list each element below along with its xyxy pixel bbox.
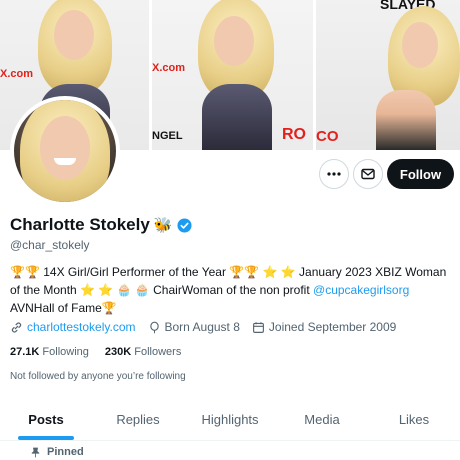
avatar-face — [40, 116, 90, 180]
banner-figure-dress — [376, 90, 436, 150]
mail-icon — [360, 166, 376, 182]
banner-figure-face — [214, 16, 254, 66]
followers-count: 230K — [104, 346, 132, 358]
more-icon — [326, 166, 342, 182]
banner-figure-dress — [202, 84, 272, 150]
balloon-icon — [148, 321, 161, 334]
banner-watermark: NGEL — [152, 130, 183, 142]
pin-icon — [30, 447, 41, 458]
pinned-indicator: Pinned — [30, 446, 84, 458]
followers-link[interactable]: 230K Followers — [105, 346, 181, 358]
avatar-photo — [14, 100, 116, 202]
tab-posts[interactable]: Posts — [0, 398, 92, 440]
not-followed-note: Not followed by anyone you’re following — [10, 371, 186, 382]
website-item: charlottestokely.com — [10, 320, 136, 334]
bio-mention-link[interactable]: @cupcakegirlsorg — [313, 283, 409, 297]
follow-stats: 27.1K Following 230K Followers — [10, 346, 181, 358]
profile-meta: charlottestokely.com Born August 8 Joine… — [10, 320, 396, 334]
joined-text: Joined September 2009 — [268, 320, 397, 334]
profile-handle: @char_stokely — [10, 238, 90, 252]
bio-text-end: AVNHall of Fame🏆 — [10, 301, 117, 315]
followers-label: Followers — [134, 346, 182, 358]
following-label: Following — [42, 346, 89, 358]
follow-button[interactable]: Follow — [387, 159, 454, 189]
joined-item: Joined September 2009 — [252, 320, 396, 334]
banner-watermark: X.com — [152, 62, 186, 74]
tab-replies[interactable]: Replies — [92, 398, 184, 440]
banner-photo-3: SLAYED CO — [316, 0, 460, 150]
website-link[interactable]: charlottestokely.com — [27, 320, 136, 334]
birthday-text: Born August 8 — [164, 320, 240, 334]
tab-highlights[interactable]: Highlights — [184, 398, 276, 440]
profile-tabs: Posts Replies Highlights Media Likes — [0, 398, 460, 441]
avatar[interactable] — [10, 96, 120, 206]
banner-watermark: X.com — [0, 68, 34, 80]
message-button[interactable] — [353, 159, 383, 189]
verified-badge-icon[interactable] — [176, 217, 192, 233]
display-name: Charlotte Stokely — [10, 215, 150, 234]
banner-photo-2: X.com NGEL RO — [152, 0, 313, 150]
tab-likes[interactable]: Likes — [368, 398, 460, 440]
bee-emoji: 🐝 — [153, 217, 173, 234]
avatar-smile — [54, 158, 76, 165]
calendar-icon — [252, 321, 265, 334]
link-icon — [10, 321, 23, 334]
banner-watermark: CO — [316, 128, 339, 145]
banner-figure-face — [54, 10, 94, 60]
more-button[interactable] — [319, 159, 349, 189]
following-count: 27.1K — [10, 346, 40, 358]
following-link[interactable]: 27.1K Following — [10, 346, 89, 358]
pinned-label: Pinned — [47, 446, 84, 458]
birthday-item: Born August 8 — [148, 320, 240, 334]
tab-media[interactable]: Media — [276, 398, 368, 440]
profile-name: Charlotte Stokely 🐝 — [10, 215, 192, 235]
banner-watermark: RO — [282, 126, 306, 143]
profile-bio: 🏆🏆 14X Girl/Girl Performer of the Year 🏆… — [10, 263, 455, 317]
banner-figure-face — [402, 22, 438, 68]
